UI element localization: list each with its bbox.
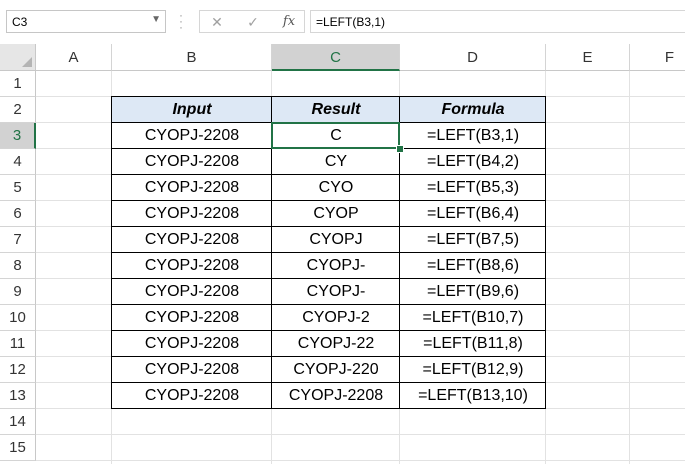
table-border <box>111 408 546 409</box>
table-cell-input[interactable]: CYOPJ-2208 <box>112 279 272 305</box>
row-header-5[interactable]: 5 <box>0 175 36 201</box>
active-cell-outline <box>271 122 400 149</box>
table-border <box>111 356 546 357</box>
row-header-13[interactable]: 13 <box>0 383 36 409</box>
table-cell-input[interactable]: CYOPJ-2208 <box>112 123 272 149</box>
table-header-cell[interactable]: Result <box>272 97 400 123</box>
name-box-value: C3 <box>12 15 28 29</box>
name-box[interactable]: C3 ▼ <box>6 10 166 33</box>
table-cell-result[interactable]: CYOPJ- <box>272 279 400 305</box>
row-header-15[interactable]: 15 <box>0 435 36 461</box>
table-cell-result[interactable]: CYOPJ-22 <box>272 331 400 357</box>
table-cell-input[interactable]: CYOPJ-2208 <box>112 357 272 383</box>
table-cell-result[interactable]: CY <box>272 149 400 175</box>
formula-input-value: =LEFT(B3,1) <box>316 15 386 29</box>
table-cell-result[interactable]: CYOPJ- <box>272 253 400 279</box>
spreadsheet-grid: ABCDEF 1 2 3 4 5 6 7 8 9 10 11 12 13 14 15 Input Result… <box>0 44 685 464</box>
table-cell-result[interactable]: CYOPJ-2208 <box>272 383 400 409</box>
column-header-b[interactable]: B <box>112 44 272 71</box>
chevron-down-icon[interactable]: ▼ <box>151 14 161 25</box>
row-header-7[interactable]: 7 <box>0 227 36 253</box>
table-border <box>111 226 546 227</box>
column-header-d[interactable]: D <box>400 44 546 71</box>
table-cell-formula[interactable]: =LEFT(B9,6) <box>400 279 546 305</box>
grid-line <box>36 434 685 435</box>
row-header-6[interactable]: 6 <box>0 201 36 227</box>
column-header-f[interactable]: F <box>630 44 685 71</box>
table-cell-formula[interactable]: =LEFT(B7,5) <box>400 227 546 253</box>
table-cell-result[interactable]: CYOPJ-2 <box>272 305 400 331</box>
table-cell-input[interactable]: CYOPJ-2208 <box>112 305 272 331</box>
row-header-11[interactable]: 11 <box>0 331 36 357</box>
row-header-3[interactable]: 3 <box>0 123 36 149</box>
select-all-button[interactable] <box>0 44 36 71</box>
table-cell-formula[interactable]: =LEFT(B5,3) <box>400 175 546 201</box>
row-header-12[interactable]: 12 <box>0 357 36 383</box>
row-header-10[interactable]: 10 <box>0 305 36 331</box>
table-cell-formula[interactable]: =LEFT(B11,8) <box>400 331 546 357</box>
table-cell-formula[interactable]: =LEFT(B3,1) <box>400 123 546 149</box>
row-header-2[interactable]: 2 <box>0 97 36 123</box>
table-cell-input[interactable]: CYOPJ-2208 <box>112 253 272 279</box>
formula-bar: C3 ▼ · · · ✕ ✓ fx =LEFT(B3,1) <box>0 0 685 44</box>
row-header-9[interactable]: 9 <box>0 279 36 305</box>
table-cell-formula[interactable]: =LEFT(B6,4) <box>400 201 546 227</box>
grid-line <box>629 71 630 464</box>
table-border <box>111 200 546 201</box>
row-header-8[interactable]: 8 <box>0 253 36 279</box>
table-cell-result[interactable]: CYOPJ-220 <box>272 357 400 383</box>
table-header-cell[interactable]: Input <box>112 97 272 123</box>
table-border <box>111 382 546 383</box>
formula-buttons: ✕ ✓ fx <box>199 10 305 33</box>
table-header-cell[interactable]: Formula <box>400 97 546 123</box>
table-border <box>111 174 546 175</box>
table-cell-result[interactable]: CYO <box>272 175 400 201</box>
table-cell-formula[interactable]: =LEFT(B13,10) <box>400 383 546 409</box>
table-border <box>111 252 546 253</box>
column-header-a[interactable]: A <box>36 44 112 71</box>
table-border <box>111 96 546 97</box>
table-border <box>111 278 546 279</box>
table-cell-input[interactable]: CYOPJ-2208 <box>112 331 272 357</box>
check-icon[interactable]: ✓ <box>240 12 266 32</box>
table-cell-formula[interactable]: =LEFT(B8,6) <box>400 253 546 279</box>
close-icon[interactable]: ✕ <box>204 12 230 32</box>
table-border <box>545 96 546 409</box>
table-cell-input[interactable]: CYOPJ-2208 <box>112 201 272 227</box>
formula-input[interactable]: =LEFT(B3,1) <box>310 10 685 33</box>
table-cell-result[interactable]: CYOP <box>272 201 400 227</box>
row-header-14[interactable]: 14 <box>0 409 36 435</box>
table-cell-formula[interactable]: =LEFT(B12,9) <box>400 357 546 383</box>
table-cell-formula[interactable]: =LEFT(B10,7) <box>400 305 546 331</box>
table-cell-result[interactable]: CYOPJ <box>272 227 400 253</box>
fill-handle[interactable] <box>396 145 404 153</box>
table-border <box>111 304 546 305</box>
table-cell-input[interactable]: CYOPJ-2208 <box>112 227 272 253</box>
table-cell-formula[interactable]: =LEFT(B4,2) <box>400 149 546 175</box>
row-header-1[interactable]: 1 <box>0 71 36 97</box>
row-header-4[interactable]: 4 <box>0 149 36 175</box>
table-border <box>111 330 546 331</box>
table-cell-input[interactable]: CYOPJ-2208 <box>112 175 272 201</box>
fx-icon[interactable]: fx <box>276 12 302 32</box>
table-border <box>111 96 112 409</box>
table-cell-input[interactable]: CYOPJ-2208 <box>112 383 272 409</box>
table-cell-input[interactable]: CYOPJ-2208 <box>112 149 272 175</box>
drag-handle-icon[interactable]: · · · <box>177 9 185 33</box>
column-header-c[interactable]: C <box>272 44 400 71</box>
column-header-e[interactable]: E <box>546 44 630 71</box>
grid-line <box>36 460 685 461</box>
